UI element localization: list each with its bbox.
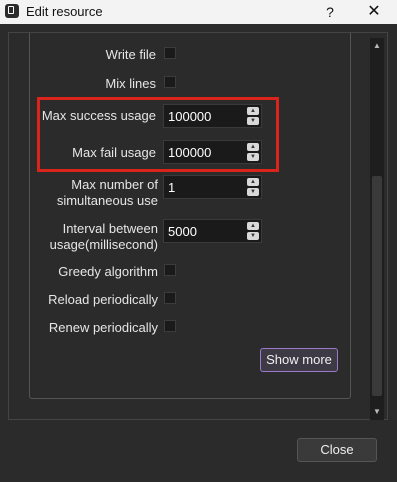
renew-periodically-label: Renew periodically <box>48 320 158 335</box>
greedy-algorithm-checkbox[interactable] <box>164 264 176 276</box>
reload-periodically-checkbox[interactable] <box>164 292 176 304</box>
highlight-box <box>37 97 279 172</box>
interval-spinbox[interactable]: 5000 ▲ ▼ <box>163 219 262 243</box>
mix-lines-checkbox[interactable] <box>164 76 176 88</box>
max-simultaneous-label: Max number of simultaneous use <box>40 177 158 209</box>
max-simultaneous-spinbox[interactable]: 1 ▲ ▼ <box>163 175 262 199</box>
increment-icon[interactable]: ▲ <box>247 222 259 230</box>
scroll-thumb[interactable] <box>372 176 382 396</box>
scroll-down-arrow-icon[interactable]: ▼ <box>370 406 384 418</box>
max-simultaneous-label-line1: Max number of <box>71 177 158 192</box>
write-file-checkbox[interactable] <box>164 47 176 59</box>
max-simultaneous-value: 1 <box>168 180 176 195</box>
write-file-label: Write file <box>105 47 156 62</box>
decrement-icon[interactable]: ▼ <box>247 232 259 240</box>
vertical-scrollbar[interactable]: ▲ ▼ <box>370 38 384 420</box>
decrement-icon[interactable]: ▼ <box>247 188 259 196</box>
show-more-button[interactable]: Show more <box>260 348 338 372</box>
interval-label-line1: Interval between <box>62 221 158 236</box>
help-button[interactable]: ? <box>320 0 340 24</box>
interval-value: 5000 <box>168 224 197 239</box>
scroll-up-arrow-icon[interactable]: ▲ <box>370 40 384 52</box>
interval-label-line2: usage(millisecond) <box>49 237 158 252</box>
close-window-icon[interactable]: ✕ <box>362 0 386 24</box>
greedy-algorithm-label: Greedy algorithm <box>58 264 158 279</box>
increment-icon[interactable]: ▲ <box>247 178 259 186</box>
close-button[interactable]: Close <box>297 438 377 462</box>
window-title: Edit resource <box>26 4 103 19</box>
reload-periodically-label: Reload periodically <box>48 292 158 307</box>
max-simultaneous-label-line2: simultaneous use <box>56 193 158 208</box>
app-icon <box>5 4 19 18</box>
title-bar: Edit resource ? ✕ <box>0 0 397 24</box>
renew-periodically-checkbox[interactable] <box>164 320 176 332</box>
interval-label: Interval between usage(millisecond) <box>40 221 158 253</box>
mix-lines-label: Mix lines <box>105 76 156 91</box>
